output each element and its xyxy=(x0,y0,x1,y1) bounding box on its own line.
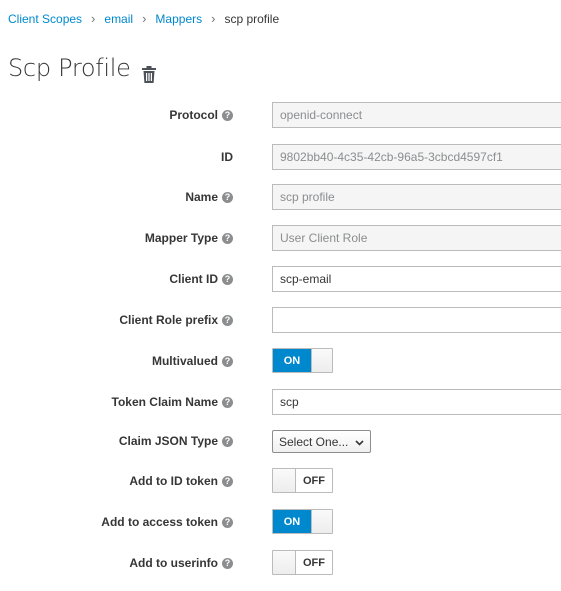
add-to-access-token-label-text: Add to access token xyxy=(101,515,218,529)
breadcrumb-client-scopes[interactable]: Client Scopes xyxy=(8,12,82,26)
breadcrumb-email[interactable]: email xyxy=(104,12,133,26)
claim-json-type-label-text: Claim JSON Type xyxy=(118,434,218,448)
breadcrumb-current: scp profile xyxy=(224,11,280,26)
protocol-label: Protocol ? xyxy=(169,102,233,128)
form-row-client-role-prefix: Client Role prefix ? xyxy=(0,307,561,333)
client-id-label: Client ID ? xyxy=(169,266,233,292)
question-circle-icon[interactable]: ? xyxy=(222,516,233,528)
add-to-userinfo-label: Add to userinfo ? xyxy=(129,550,233,576)
form-row-multivalued: Multivalued ? ON xyxy=(0,348,561,374)
form-row-add-to-userinfo: Add to userinfo ? OFF xyxy=(0,550,561,576)
id-label-text: ID xyxy=(221,150,233,164)
add-to-access-token-toggle[interactable]: ON xyxy=(272,509,333,534)
mapper-type-input xyxy=(272,225,561,251)
form-row-add-to-id-token: Add to ID token ? OFF xyxy=(0,468,561,494)
name-label: Name ? xyxy=(185,184,233,210)
client-role-prefix-label-text: Client Role prefix xyxy=(119,313,218,327)
toggle-on-label: ON xyxy=(273,510,311,533)
add-to-id-token-label-text: Add to ID token xyxy=(129,474,218,488)
breadcrumb-separator: › xyxy=(142,11,147,26)
multivalued-label-text: Multivalued xyxy=(151,354,218,368)
client-id-label-text: Client ID xyxy=(169,272,218,286)
id-label: ID xyxy=(221,144,233,170)
claim-json-type-selected: Select One... xyxy=(279,434,349,449)
client-id-input[interactable] xyxy=(272,266,561,292)
question-circle-icon[interactable]: ? xyxy=(222,436,233,447)
chevron-down-icon xyxy=(355,435,364,449)
token-claim-name-label-text: Token Claim Name xyxy=(111,395,218,409)
question-circle-icon[interactable]: ? xyxy=(222,109,233,121)
question-circle-icon[interactable]: ? xyxy=(222,396,233,408)
add-to-userinfo-toggle[interactable]: OFF xyxy=(272,550,333,575)
page-title-container: Scp Profile xyxy=(8,54,156,83)
form-row-name: Name ? xyxy=(0,184,561,210)
breadcrumb-separator: › xyxy=(91,11,96,26)
form-row-protocol: Protocol ? xyxy=(0,102,561,128)
add-to-id-token-label: Add to ID token ? xyxy=(129,468,233,494)
protocol-input xyxy=(272,102,561,128)
claim-json-type-select[interactable]: Select One... xyxy=(272,430,371,453)
claim-json-type-label: Claim JSON Type ? xyxy=(119,430,233,453)
breadcrumb-mappers[interactable]: Mappers xyxy=(155,12,202,26)
form-row-token-claim-name: Token Claim Name ? xyxy=(0,389,561,415)
add-to-id-token-toggle[interactable]: OFF xyxy=(272,468,333,493)
toggle-on-label: ON xyxy=(273,349,311,372)
question-circle-icon[interactable]: ? xyxy=(222,191,233,203)
id-input xyxy=(272,144,561,170)
multivalued-toggle[interactable]: ON xyxy=(272,348,333,373)
page-title: Scp Profile xyxy=(8,54,131,82)
mapper-type-label: Mapper Type ? xyxy=(145,225,233,251)
question-circle-icon[interactable]: ? xyxy=(222,475,233,487)
form-row-claim-json-type: Claim JSON Type ? Select One... xyxy=(0,430,561,456)
add-to-access-token-label: Add to access token ? xyxy=(101,509,233,535)
token-claim-name-label: Token Claim Name ? xyxy=(112,389,233,415)
form-row-add-to-access-token: Add to access token ? ON xyxy=(0,509,561,535)
form-row-id: ID xyxy=(0,144,561,170)
client-role-prefix-input[interactable] xyxy=(272,307,561,333)
toggle-knob xyxy=(311,349,332,372)
form-row-client-id: Client ID ? xyxy=(0,266,561,292)
add-to-userinfo-label-text: Add to userinfo xyxy=(129,556,218,570)
question-circle-icon[interactable]: ? xyxy=(222,273,233,285)
breadcrumb: Client Scopes › email › Mappers › scp pr… xyxy=(8,11,279,26)
toggle-knob xyxy=(273,469,296,492)
toggle-knob xyxy=(311,510,332,533)
form-row-mapper-type: Mapper Type ? xyxy=(0,225,561,251)
client-role-prefix-label: Client Role prefix ? xyxy=(119,307,233,333)
mapper-type-label-text: Mapper Type xyxy=(144,231,218,245)
multivalued-label: Multivalued ? xyxy=(152,348,233,374)
protocol-label-text: Protocol xyxy=(169,108,218,122)
question-circle-icon[interactable]: ? xyxy=(222,557,233,569)
toggle-off-label: OFF xyxy=(303,474,325,487)
token-claim-name-input[interactable] xyxy=(272,389,561,415)
question-circle-icon[interactable]: ? xyxy=(222,314,233,326)
name-label-text: Name xyxy=(185,190,218,204)
trash-icon[interactable] xyxy=(141,61,156,83)
question-circle-icon[interactable]: ? xyxy=(222,232,233,244)
breadcrumb-separator: › xyxy=(211,11,216,26)
name-input xyxy=(272,184,561,210)
toggle-off-label: OFF xyxy=(303,556,325,569)
toggle-knob xyxy=(273,551,296,574)
question-circle-icon[interactable]: ? xyxy=(222,355,233,367)
